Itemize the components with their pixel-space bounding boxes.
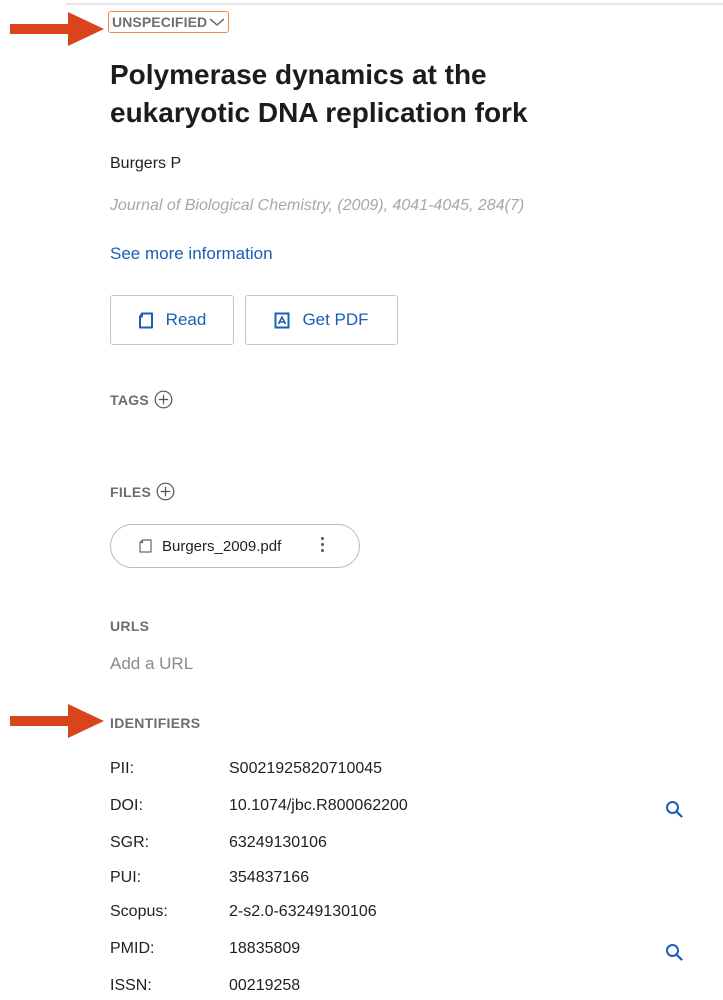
tags-heading: TAGS <box>110 391 150 408</box>
urls-section-label: URLS <box>110 618 149 634</box>
identifier-value: 00219258 <box>229 977 301 994</box>
urls-heading: URLS <box>110 618 150 634</box>
pdf-icon <box>274 312 290 329</box>
identifier-key: SGR: <box>110 834 150 851</box>
identifier-key: PMID: <box>110 940 155 957</box>
document-title: Polymerase dynamics at the eukaryotic DN… <box>110 59 528 128</box>
identifier-key: Scopus: <box>110 903 168 920</box>
identifiers-section-label: IDENTIFIERS <box>110 715 200 731</box>
identifier-value: 63249130106 <box>229 834 327 851</box>
add-url-link[interactable]: Add a URL <box>110 654 193 674</box>
authors: Burgers P <box>110 155 182 172</box>
reference-type-label: UNSPECIFIED <box>112 14 208 30</box>
annotation-arrow-type <box>10 12 104 46</box>
files-section-label: FILES <box>110 482 175 501</box>
file-more-options-icon[interactable] <box>321 537 324 552</box>
file-name: Burgers_2009.pdf <box>162 537 282 555</box>
pmid-search-icon[interactable] <box>665 943 683 961</box>
get-pdf-button[interactable]: Get PDF <box>245 295 398 345</box>
reference-type-dropdown[interactable]: UNSPECIFIED <box>108 11 230 33</box>
add-tag-plus-icon[interactable] <box>154 390 173 409</box>
read-button-label: Read <box>165 310 207 329</box>
identifier-value: 18835809 <box>229 940 301 957</box>
identifier-value: 10.1074/jbc.R800062200 <box>229 797 408 814</box>
see-more-information-link[interactable]: See more information <box>110 244 273 264</box>
annotation-arrow-identifiers <box>10 704 104 738</box>
file-icon <box>139 539 152 553</box>
doi-search-icon[interactable] <box>665 800 683 818</box>
chevron-down-icon <box>209 18 225 26</box>
journal-citation: Journal of Biological Chemistry, (2009),… <box>110 197 525 214</box>
read-button[interactable]: Read <box>110 295 234 345</box>
get-pdf-button-label: Get PDF <box>302 310 369 329</box>
identifier-key: ISSN: <box>110 977 152 994</box>
file-chip[interactable]: Burgers_2009.pdf <box>110 524 360 568</box>
identifier-value: S0021925820710045 <box>229 760 383 777</box>
tags-section-label: TAGS <box>110 390 173 409</box>
identifiers-heading: IDENTIFIERS <box>110 715 201 731</box>
files-heading: FILES <box>110 483 152 500</box>
identifier-key: DOI: <box>110 797 143 814</box>
identifier-key: PUI: <box>110 869 142 886</box>
identifier-key: PII: <box>110 760 135 777</box>
document-icon <box>138 312 154 329</box>
add-file-plus-icon[interactable] <box>156 482 175 501</box>
identifier-value: 2-s2.0-63249130106 <box>229 903 377 920</box>
top-divider <box>66 3 723 5</box>
identifier-value: 354837166 <box>229 869 310 886</box>
